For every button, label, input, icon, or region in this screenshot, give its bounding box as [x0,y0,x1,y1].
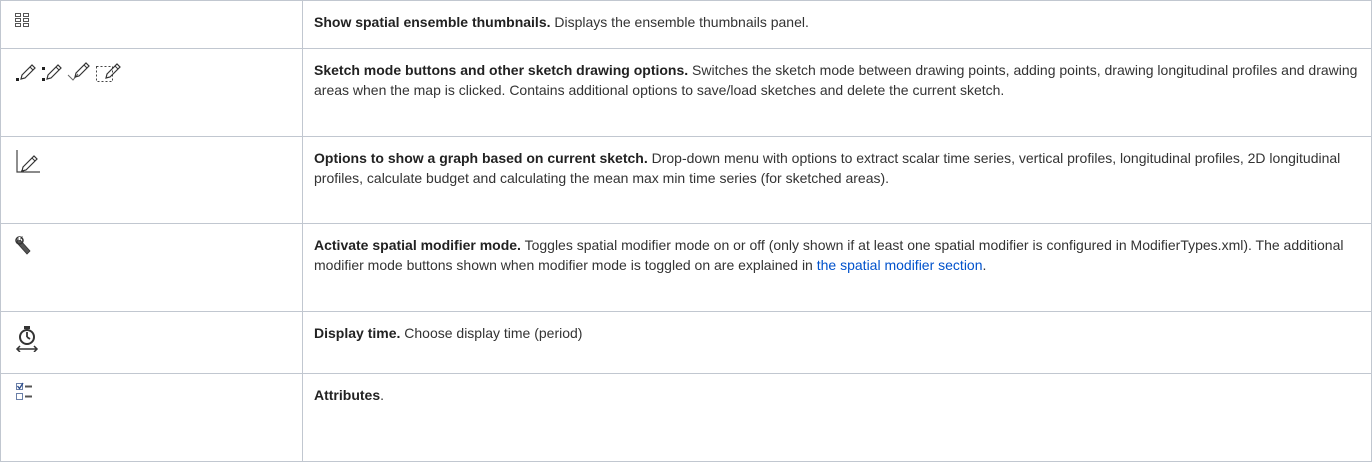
row-title: Sketch mode buttons and other sketch dra… [314,62,689,78]
row-text-suffix: . [982,257,987,273]
description-cell: Sketch mode buttons and other sketch dra… [302,48,1372,137]
row-text-suffix: . [380,387,385,403]
draw-profile-icon [67,61,95,83]
description-cell: Display time. Choose display time (perio… [302,311,1372,374]
icon-cell [0,136,303,224]
row-title: Options to show a graph based on current… [314,150,648,166]
draw-area-icon [95,61,125,83]
description-cell: Activate spatial modifier mode. Toggles … [302,223,1372,312]
wrench-icon [15,236,302,256]
row-title: Show spatial ensemble thumbnails. [314,14,551,30]
icon-cell [0,48,303,137]
icon-cell [0,0,303,49]
row-title: Activate spatial modifier mode. [314,237,521,253]
row-text: Choose display time (period) [400,325,583,341]
attributes-checklist-icon [15,382,302,402]
table-row: Show spatial ensemble thumbnails. Displa… [0,0,1372,49]
row-text: Displays the ensemble thumbnails panel. [550,14,809,30]
row-title: Display time. [314,325,401,341]
icon-cell [0,311,303,374]
icon-description-table: Show spatial ensemble thumbnails. Displa… [0,0,1372,462]
description-cell: Show spatial ensemble thumbnails. Displa… [302,0,1372,49]
draw-points-icon [15,61,41,83]
table-row: Options to show a graph based on current… [0,136,1372,224]
table-row: Activate spatial modifier mode. Toggles … [0,223,1372,312]
spatial-modifier-section-link[interactable]: the spatial modifier section [817,257,983,273]
sketch-mode-icons [15,61,302,83]
description-cell: Options to show a graph based on current… [302,136,1372,224]
icon-cell [0,373,303,462]
table-row: Display time. Choose display time (perio… [0,311,1372,374]
row-title: Attributes [314,387,381,403]
description-cell: Attributes. [302,373,1372,462]
add-points-icon [41,61,67,83]
icon-cell [0,223,303,312]
table-row: Sketch mode buttons and other sketch dra… [0,48,1372,137]
ensemble-thumbnails-icon [15,13,302,27]
sketch-graph-icon [15,149,302,175]
table-row: Attributes. [0,373,1372,462]
stopwatch-icon [15,326,302,352]
